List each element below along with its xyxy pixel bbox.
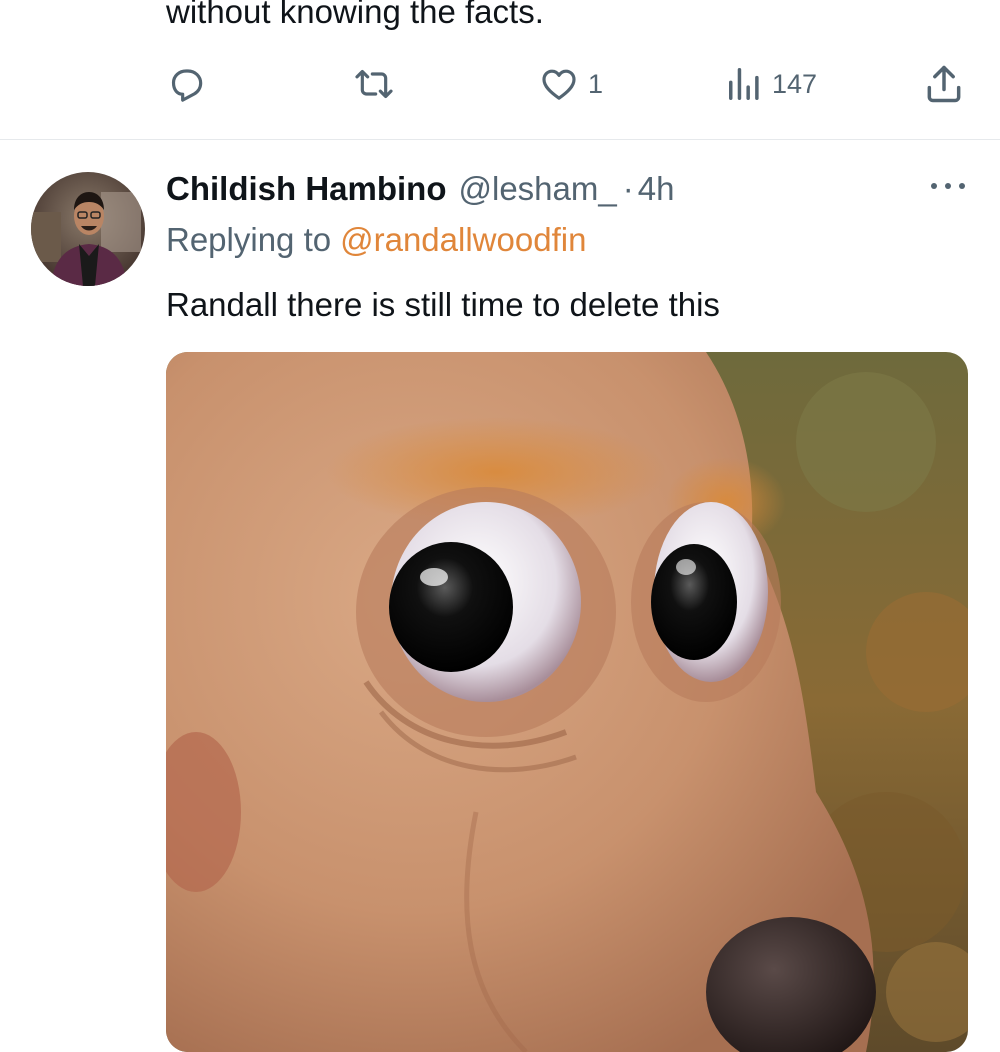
like-icon [542,69,576,100]
like-count: 1 [588,68,604,99]
like-button[interactable]: 1 [538,62,603,106]
more-options-button[interactable] [926,170,970,202]
previous-tweet-text: without knowing the facts. [166,0,544,30]
user-handle[interactable]: @lesham_ [459,170,617,208]
tweet-media-image[interactable] [166,352,968,1052]
retweet-button[interactable] [352,62,404,106]
separator-dot: · [622,170,634,207]
reply-header: Childish Hambino @lesham_ · 4h [166,167,674,211]
views-button[interactable]: 147 [726,62,817,106]
view-count: 147 [772,68,818,99]
replying-to-mention[interactable]: @randallwoodfin [340,221,586,259]
display-name[interactable]: Childish Hambino [166,170,447,208]
replying-to: Replying to @randallwoodfin [166,218,586,262]
share-button[interactable] [922,62,966,106]
tweet-divider [0,139,1000,140]
replying-to-label: Replying to [166,221,332,258]
timestamp[interactable]: 4h [638,170,675,208]
avatar[interactable] [31,172,145,286]
more-icon [931,183,965,189]
reply-button[interactable] [166,62,214,106]
retweet-icon [355,69,393,99]
views-icon [729,68,759,100]
reply-icon [171,69,203,102]
tweet-text: Randall there is still time to delete th… [166,286,720,323]
share-icon [927,65,961,103]
